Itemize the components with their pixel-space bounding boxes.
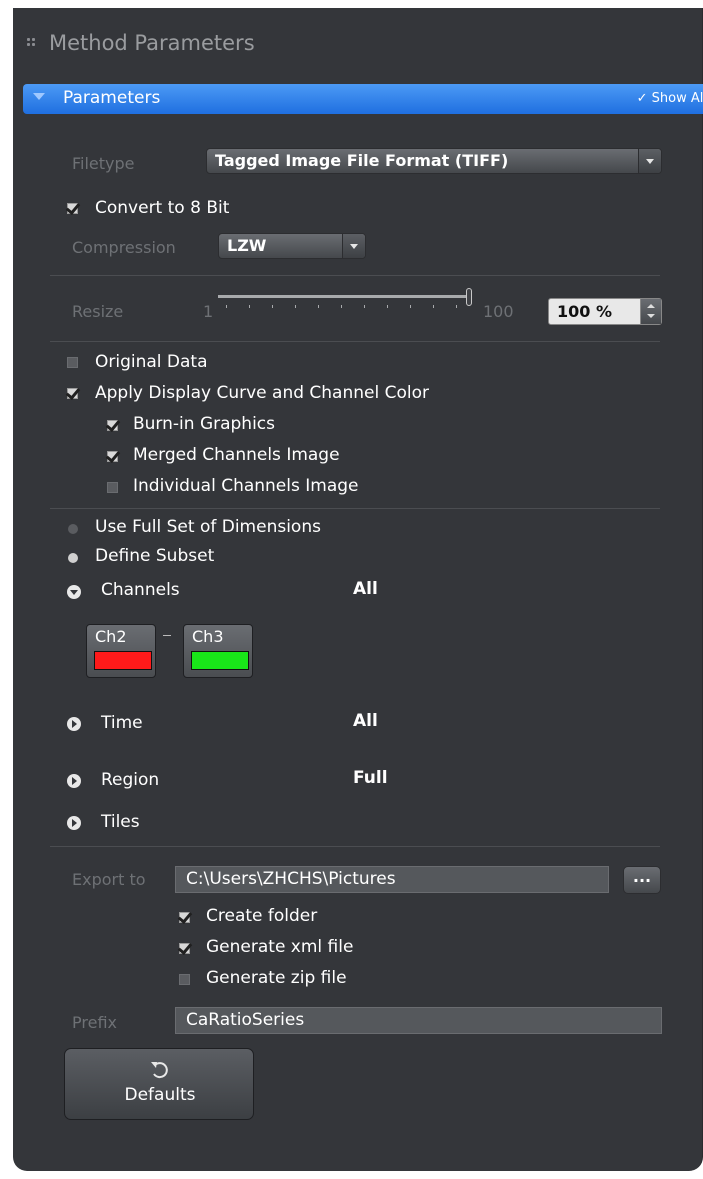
divider [50, 846, 660, 847]
full-set-label: Use Full Set of Dimensions [95, 517, 321, 537]
original-data-checkbox[interactable] [67, 357, 78, 368]
export-path-field[interactable]: C:\Users\ZHCHS\Pictures [175, 866, 609, 893]
slider-tick [318, 305, 319, 308]
convert-8bit-label: Convert to 8 Bit [95, 198, 230, 218]
slider-tick [364, 305, 365, 308]
resize-slider-track[interactable] [218, 295, 470, 298]
channel-connector [163, 635, 171, 636]
resize-min: 1 [203, 302, 214, 321]
undo-icon [151, 1062, 168, 1079]
resize-spinbox[interactable]: 100 % [548, 298, 662, 325]
generate-xml-label: Generate xml file [206, 937, 354, 957]
apply-display-curve-label: Apply Display Curve and Channel Color [95, 383, 429, 403]
channel-ch3-button[interactable]: Ch3 [183, 624, 253, 678]
compression-value: LZW [227, 236, 267, 255]
channels-value: All [353, 579, 378, 599]
resize-label: Resize [72, 302, 124, 321]
original-data-label: Original Data [95, 352, 208, 372]
parameters-section-header[interactable]: Parameters ✓ Show All [23, 84, 703, 114]
channel-ch2-button[interactable]: Ch2 [86, 624, 156, 678]
compression-dropdown[interactable]: LZW [218, 233, 366, 259]
defaults-button[interactable]: Defaults [64, 1048, 254, 1120]
divider [50, 508, 660, 509]
individual-channels-checkbox[interactable] [107, 482, 118, 493]
time-label: Time [101, 713, 143, 733]
region-expand-icon[interactable] [67, 774, 81, 788]
slider-tick [387, 305, 388, 308]
create-folder-checkbox[interactable] [179, 912, 190, 923]
grip-icon[interactable] [27, 38, 35, 46]
slider-tick [456, 305, 457, 308]
slider-tick [433, 305, 434, 308]
time-value: All [353, 711, 378, 731]
burn-in-graphics-checkbox[interactable] [107, 420, 118, 431]
time-expand-icon[interactable] [67, 717, 81, 731]
panel-header[interactable]: Method Parameters [13, 8, 703, 84]
compression-label: Compression [72, 238, 176, 257]
divider [50, 341, 660, 342]
resize-value: 100 % [557, 302, 612, 321]
tiles-expand-icon[interactable] [67, 816, 81, 830]
show-all-toggle[interactable]: ✓ Show All [637, 91, 703, 106]
tiles-label: Tiles [101, 812, 140, 832]
defaults-label: Defaults [124, 1085, 196, 1105]
slider-tick [410, 305, 411, 308]
channel-ch3-color-swatch [191, 651, 249, 670]
prefix-field[interactable]: CaRatioSeries [175, 1007, 662, 1034]
slider-tick [226, 305, 227, 308]
define-subset-radio[interactable] [68, 553, 78, 563]
panel-title: Method Parameters [49, 31, 255, 55]
individual-channels-label: Individual Channels Image [133, 476, 359, 496]
generate-zip-checkbox[interactable] [179, 974, 190, 985]
merged-channels-checkbox[interactable] [107, 451, 118, 462]
divider [50, 275, 660, 276]
region-value: Full [353, 768, 388, 788]
channel-ch2-color-swatch [94, 651, 152, 670]
export-to-label: Export to [72, 870, 146, 889]
resize-slider-thumb[interactable] [466, 288, 472, 306]
slider-tick [341, 305, 342, 308]
define-subset-label: Define Subset [95, 546, 215, 566]
region-label: Region [101, 770, 160, 790]
create-folder-label: Create folder [206, 906, 318, 926]
spinner-icon[interactable] [640, 299, 661, 324]
burn-in-graphics-label: Burn-in Graphics [133, 414, 276, 434]
channel-ch3-label: Ch3 [192, 627, 224, 646]
browse-button[interactable]: ... [623, 866, 661, 894]
generate-xml-checkbox[interactable] [179, 943, 190, 954]
filetype-label: Filetype [72, 154, 135, 173]
channels-expand-icon[interactable] [67, 585, 81, 599]
filetype-value: Tagged Image File Format (TIFF) [215, 151, 509, 170]
slider-tick [295, 305, 296, 308]
generate-zip-label: Generate zip file [206, 968, 347, 988]
merged-channels-label: Merged Channels Image [133, 445, 340, 465]
channel-ch2-label: Ch2 [95, 627, 127, 646]
filetype-dropdown[interactable]: Tagged Image File Format (TIFF) [206, 148, 662, 174]
section-title: Parameters [63, 88, 161, 108]
prefix-label: Prefix [72, 1013, 117, 1032]
collapse-icon[interactable] [33, 93, 45, 100]
slider-tick [249, 305, 250, 308]
channels-label: Channels [101, 580, 180, 600]
apply-display-curve-checkbox[interactable] [67, 388, 78, 399]
slider-tick [272, 305, 273, 308]
convert-8bit-checkbox[interactable] [67, 203, 78, 214]
chevron-down-icon[interactable] [638, 149, 661, 173]
chevron-down-icon[interactable] [342, 234, 365, 258]
full-set-radio[interactable] [68, 524, 78, 534]
resize-max: 100 [483, 302, 514, 321]
